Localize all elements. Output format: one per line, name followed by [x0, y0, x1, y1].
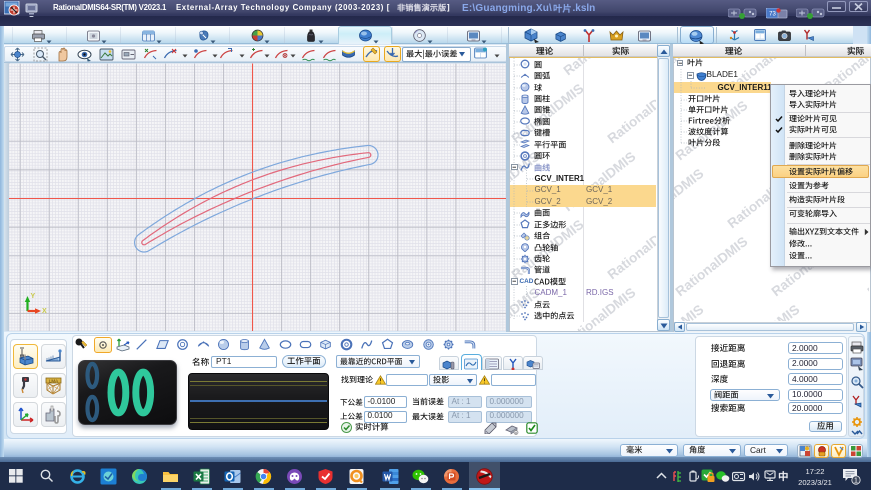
svg-text:Y: Y [31, 293, 36, 300]
svg-text:LMA: LMA [49, 378, 58, 383]
svg-text:1: 1 [854, 478, 858, 485]
svg-text:X: X [42, 308, 47, 315]
svg-text:o: o [515, 431, 517, 435]
